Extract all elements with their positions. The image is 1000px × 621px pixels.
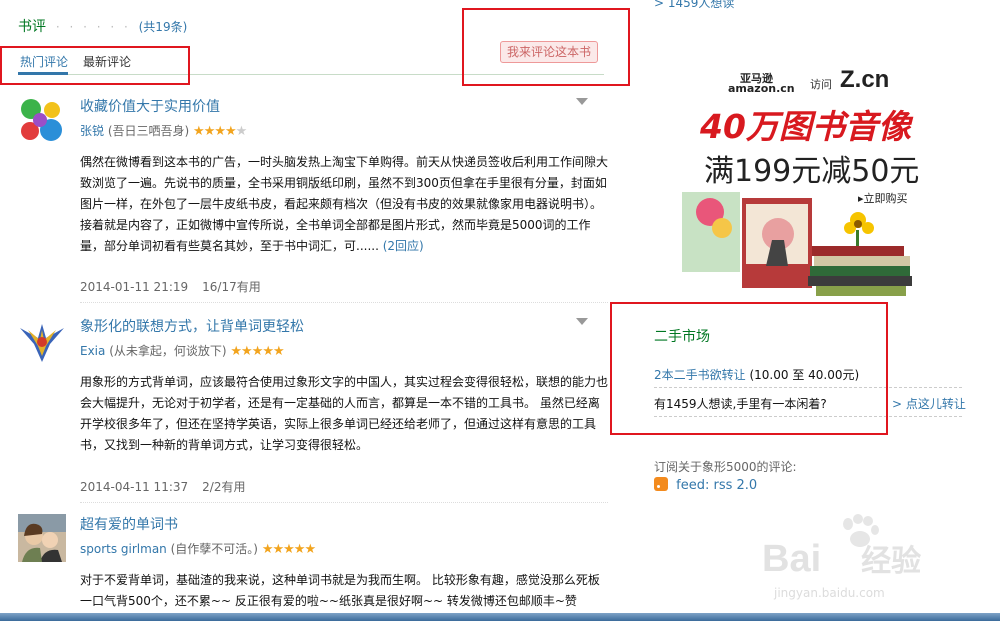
review-title-link[interactable]: 象形化的联想方式，让背单词更轻松 bbox=[80, 316, 304, 336]
transfer-link[interactable]: > 点这儿转让 bbox=[892, 395, 966, 412]
avatar[interactable] bbox=[18, 96, 66, 144]
review-body-text: 偶然在微博看到这本书的广告，一时头脑发热上淘宝下单购得。前天从快递员签收后利用工… bbox=[80, 155, 609, 253]
baidu-watermark: Bai 经验 jingyan.baidu.com bbox=[762, 514, 992, 614]
review-body-text: 用象形的方式背单词，应该最符合使用过象形文字的中国人，其实过程会变得很轻松，联想… bbox=[80, 375, 609, 452]
author-link[interactable]: Exia bbox=[80, 344, 105, 358]
review-body-text: 对于不爱背单词，基础渣的我来说，这种单词书就是为我而生啊。 比较形象有趣，感觉没… bbox=[80, 573, 600, 608]
wish-count-link[interactable]: > 1459人想读 bbox=[654, 0, 734, 11]
rating-stars-icon: ★★★★★ bbox=[193, 124, 247, 139]
highlight-box-write-review bbox=[462, 8, 630, 86]
avatar[interactable] bbox=[18, 514, 66, 562]
title-dots: · · · · · · bbox=[55, 20, 131, 34]
subscribe-label: 订阅关于象形5000的评论: bbox=[654, 460, 797, 474]
expand-chevron-icon[interactable] bbox=[576, 98, 588, 105]
window-bottom-bar bbox=[0, 613, 1000, 621]
reviews-header: 书评 · · · · · · (共19条) bbox=[18, 16, 187, 36]
review-useful: 2/2有用 bbox=[202, 480, 246, 494]
author-link[interactable]: sports girlman bbox=[80, 542, 167, 556]
ad-amazon-en-logo: amazon.cn bbox=[728, 82, 795, 95]
highlight-box-secondhand bbox=[610, 302, 888, 435]
review-useful: 16/17有用 bbox=[202, 280, 261, 294]
expand-chevron-icon[interactable] bbox=[576, 318, 588, 325]
review-item: 象形化的联想方式，让背单词更轻松 Exia (从未拿起，何谈放下) ★★★★★ … bbox=[18, 316, 608, 506]
author-note: (自作孽不可活。) bbox=[170, 542, 258, 556]
review-body: 偶然在微博看到这本书的广告，一时头脑发热上淘宝下单购得。前天从快递员签收后利用工… bbox=[80, 152, 608, 257]
review-body: 用象形的方式背单词，应该最符合使用过象形文字的中国人，其实过程会变得很轻松，联想… bbox=[80, 372, 608, 456]
review-separator bbox=[80, 502, 608, 503]
review-date: 2014-01-11 21:19 bbox=[80, 280, 189, 294]
section-title: 书评 bbox=[18, 19, 46, 35]
watermark-brand-cn: 经验 bbox=[861, 545, 922, 578]
review-author-line: Exia (从未拿起，何谈放下) ★★★★★ bbox=[80, 342, 285, 359]
ad-visit-text: 访问 bbox=[810, 78, 832, 91]
review-meta: 2014-01-11 21:19 16/17有用 bbox=[80, 278, 261, 295]
review-title-link[interactable]: 收藏价值大于实用价值 bbox=[80, 96, 220, 116]
rating-stars-icon: ★★★★★ bbox=[230, 344, 284, 359]
author-note: (从未拿起，何谈放下) bbox=[109, 344, 227, 358]
ad-headline: 40万图书音像 bbox=[700, 107, 911, 146]
watermark-brand-text: Bai bbox=[762, 538, 822, 580]
highlight-box-tabs bbox=[0, 46, 190, 85]
rating-stars-icon: ★★★★★ bbox=[261, 542, 316, 557]
reply-count-link[interactable]: (2回应) bbox=[383, 239, 424, 253]
avatar[interactable] bbox=[18, 316, 66, 364]
review-item: 收藏价值大于实用价值 张锐 (吾日三哂吾身) ★★★★★ 偶然在微博看到这本书的… bbox=[18, 96, 608, 296]
ad-books-image bbox=[682, 192, 912, 296]
review-date: 2014-04-11 11:37 bbox=[80, 480, 189, 494]
review-author-line: 张锐 (吾日三哂吾身) ★★★★★ bbox=[80, 122, 247, 139]
review-count-link[interactable]: (共19条) bbox=[139, 20, 188, 34]
rss-feed-link[interactable]: feed: rss 2.0 bbox=[676, 478, 757, 493]
watermark-url: jingyan.baidu.com bbox=[774, 586, 885, 600]
author-link[interactable]: 张锐 bbox=[80, 124, 104, 138]
review-title-link[interactable]: 超有爱的单词书 bbox=[80, 514, 178, 534]
ad-zcn-logo: Z.cn bbox=[840, 66, 890, 93]
review-separator bbox=[80, 302, 608, 303]
author-note: (吾日三哂吾身) bbox=[107, 124, 190, 138]
rss-feed[interactable]: feed: rss 2.0 bbox=[654, 477, 757, 493]
review-author-line: sports girlman (自作孽不可活。) ★★★★★ bbox=[80, 540, 316, 557]
watermark-brand: Bai 经验 bbox=[762, 536, 921, 581]
rss-icon bbox=[654, 477, 668, 491]
review-body: 对于不爱背单词，基础渣的我来说，这种单词书就是为我而生啊。 比较形象有趣，感觉没… bbox=[80, 570, 608, 612]
review-meta: 2014-04-11 11:37 2/2有用 bbox=[80, 478, 245, 495]
amazon-ad-banner[interactable]: 亚马逊 amazon.cn 访问 Z.cn 40万图书音像 满199元减50元 … bbox=[680, 62, 922, 300]
review-item: 超有爱的单词书 sports girlman (自作孽不可活。) ★★★★★ 对… bbox=[18, 514, 608, 614]
